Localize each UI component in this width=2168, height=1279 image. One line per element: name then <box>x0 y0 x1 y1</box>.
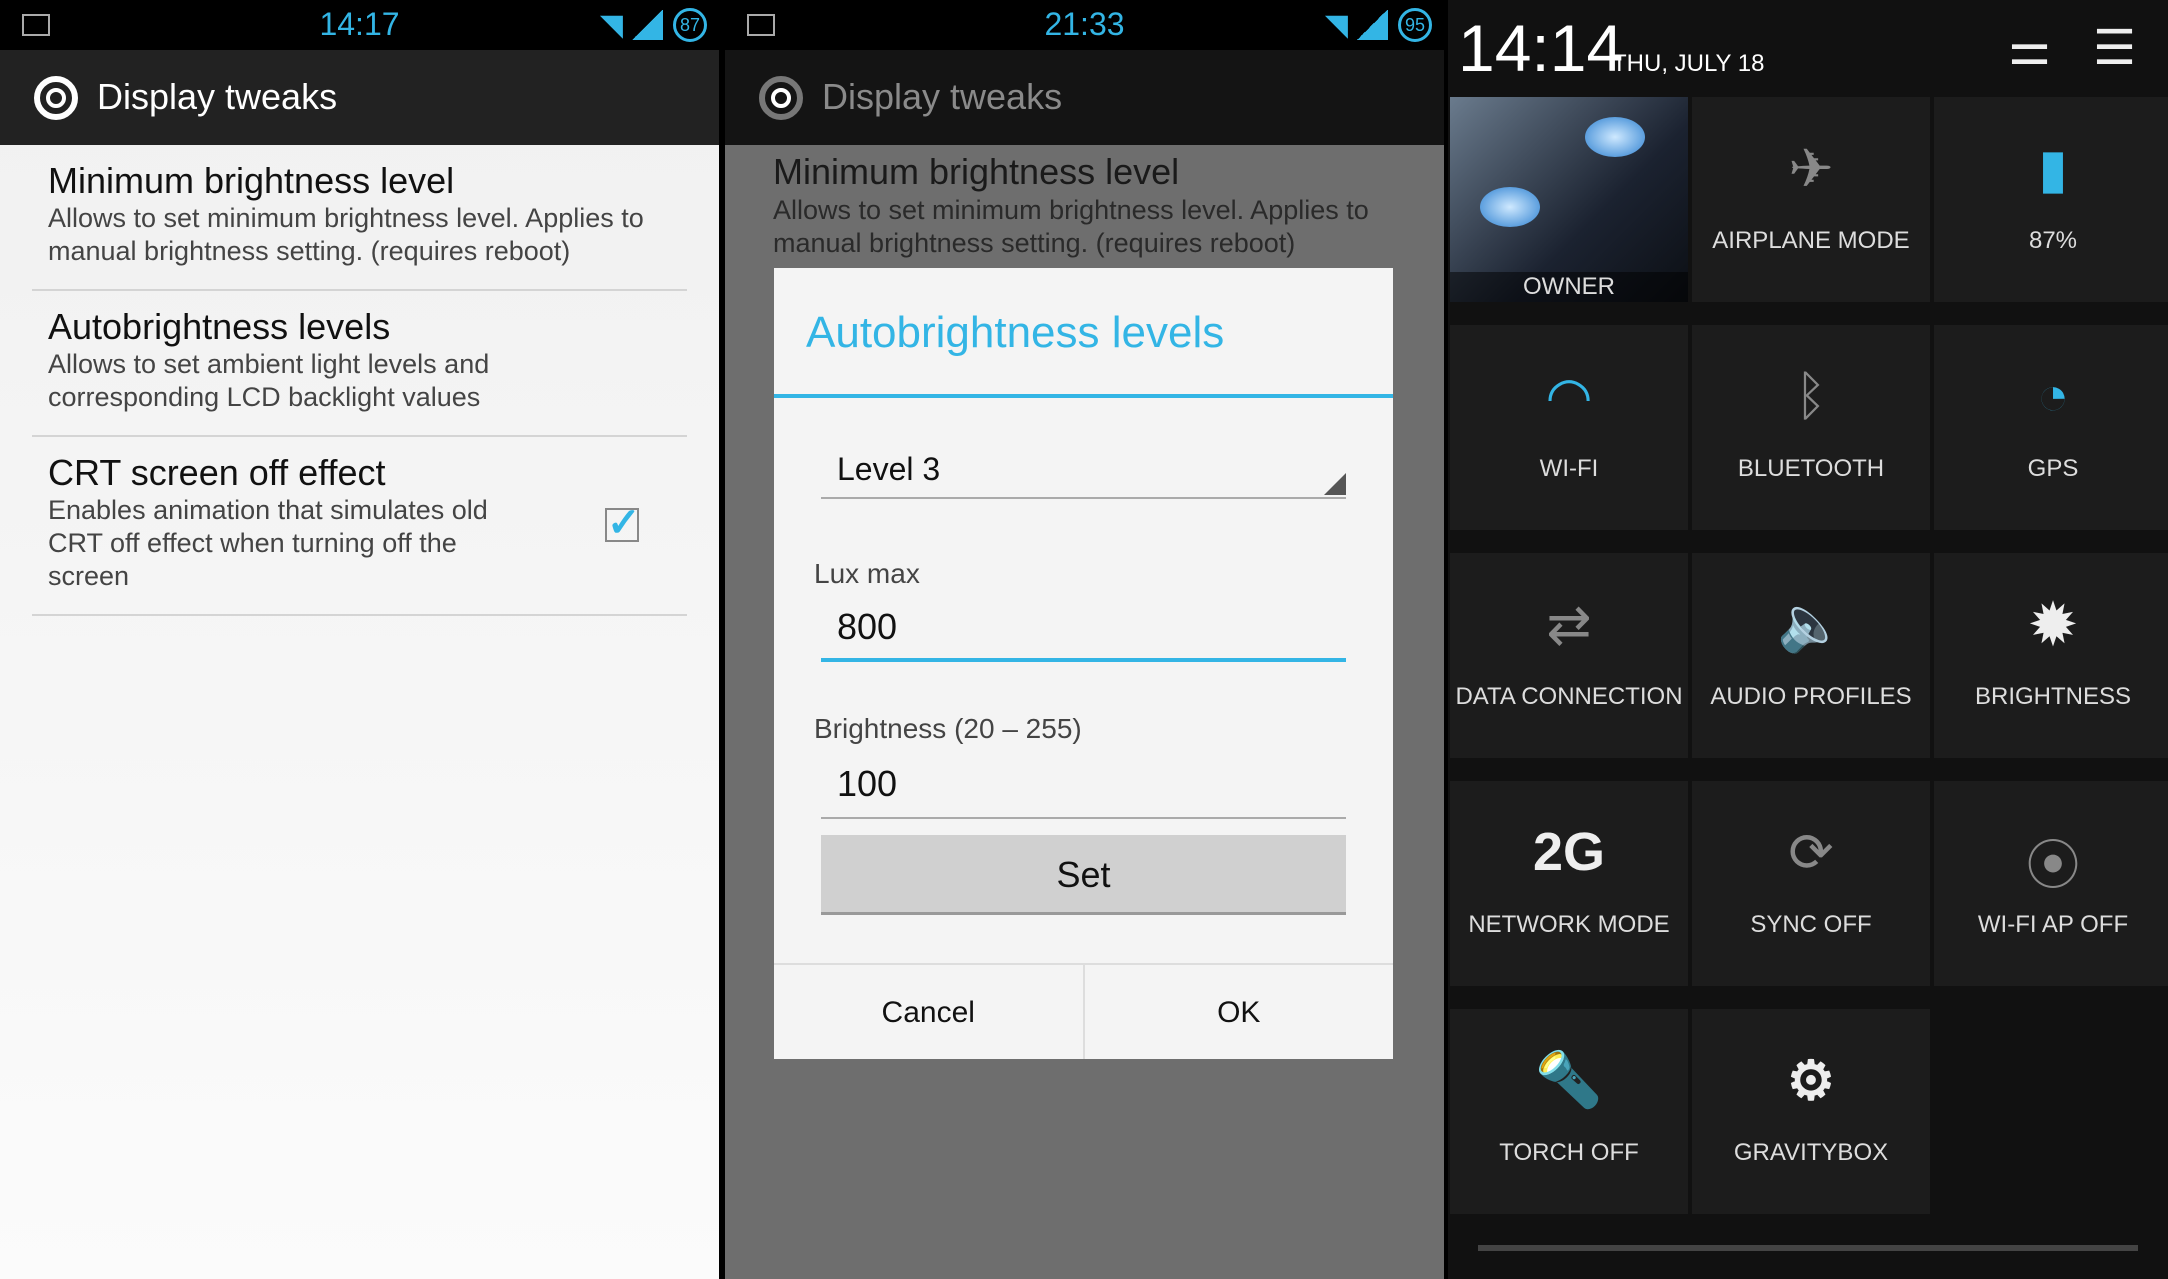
torch-icon: 🔦 <box>1535 1050 1603 1110</box>
sync-icon: ⟳ <box>1788 823 1834 883</box>
wifi-icon: ◠ <box>1545 367 1593 427</box>
dialog-panel: 21:33 ◥ 95 Display tweaks Minimum bright… <box>725 0 1444 1279</box>
tile-data-connection[interactable]: ⇄ DATA CONNECTION <box>1450 553 1688 758</box>
pref-title: Minimum brightness level <box>48 160 455 201</box>
tile-label: BLUETOOTH <box>1737 455 1885 482</box>
gps-icon: ◔ <box>2036 366 2070 426</box>
brightness-icon: ✹ <box>2030 595 2076 655</box>
airplane-icon: ✈ <box>1788 139 1834 199</box>
notifications-list-icon[interactable]: ☰ <box>2093 20 2136 76</box>
lux-input[interactable]: 800 <box>821 606 1346 662</box>
crt-checkbox[interactable]: ✓ <box>605 503 641 543</box>
tile-label: WI-FI AP OFF <box>1977 911 2129 938</box>
pref-desc: Allows to set ambient light levels and c… <box>48 349 490 412</box>
pref-title: Autobrightness levels <box>48 306 391 347</box>
pref-min-brightness: Minimum brightness level Allows to set m… <box>757 150 1412 262</box>
wifi-icon: ◥ <box>1324 9 1348 42</box>
pref-desc: Allows to set minimum brightness level. … <box>48 203 644 266</box>
set-button[interactable]: Set <box>821 835 1346 915</box>
ok-button[interactable]: OK <box>1082 965 1394 1059</box>
level-spinner[interactable]: Level 3 <box>821 451 1346 499</box>
pref-title: Minimum brightness level <box>773 151 1180 192</box>
pref-desc: Allows to set minimum brightness level. … <box>773 195 1369 258</box>
page-title: Display tweaks <box>97 76 338 117</box>
tile-airplane-mode[interactable]: ✈ AIRPLANE MODE <box>1692 97 1930 302</box>
tile-gps[interactable]: ◔ GPS <box>1934 325 2168 530</box>
battery-icon: 95 <box>1398 8 1432 42</box>
tile-audio-profiles[interactable]: 🔈 AUDIO PROFILES <box>1692 553 1930 758</box>
tile-label: 87% <box>2028 227 2078 254</box>
date: THU, JULY 18 <box>1612 50 1765 77</box>
tile-label: AUDIO PROFILES <box>1710 683 1912 710</box>
brightness-label: Brightness (20 – 255) <box>814 713 1082 744</box>
battery-icon: 87 <box>673 8 707 42</box>
pref-desc: Enables animation that simulates old CRT… <box>48 495 488 591</box>
tile-wi-fi[interactable]: ◠ WI-FI <box>1450 325 1688 530</box>
dialog-title: Autobrightness levels <box>774 268 1393 398</box>
wifi-icon: ◥ <box>599 9 623 42</box>
pref-title: CRT screen off effect <box>48 452 386 493</box>
settings-sliders-icon[interactable]: ⚌ <box>2008 20 2051 76</box>
gear-icon <box>759 76 803 120</box>
action-bar: Display tweaks <box>725 50 1444 145</box>
tile-label: NETWORK MODE <box>1468 911 1670 938</box>
clock: 14:14 <box>1458 11 1624 85</box>
tile-label: AIRPLANE MODE <box>1712 227 1910 254</box>
user-photo <box>1585 117 1645 157</box>
tile-label: TORCH OFF <box>1499 1139 1639 1166</box>
tile-label: WI-FI <box>1539 455 1599 482</box>
pref-min-brightness[interactable]: Minimum brightness level Allows to set m… <box>32 160 687 291</box>
signal-icon <box>1356 10 1388 40</box>
settings-panel: 14:17 ◥ 87 Display tweaks Minimum bright… <box>0 0 719 1279</box>
autobrightness-dialog: Autobrightness levels Level 3 Lux max 80… <box>774 268 1393 1059</box>
lux-label: Lux max <box>814 558 920 589</box>
signal-icon <box>631 10 663 40</box>
tile-owner[interactable]: OWNER <box>1450 97 1688 302</box>
network-2g-icon: 2G <box>1532 822 1606 882</box>
tile-label: BRIGHTNESS <box>1974 683 2132 710</box>
tile-label: GRAVITYBOX <box>1733 1139 1889 1166</box>
hotspot-icon: ⦿ <box>2026 836 2080 896</box>
action-bar: Display tweaks <box>0 50 719 145</box>
tile-label: DATA CONNECTION <box>1455 683 1683 710</box>
cancel-button[interactable]: Cancel <box>774 965 1083 1059</box>
pref-autobrightness[interactable]: Autobrightness levels Allows to set ambi… <box>32 306 687 437</box>
tile-gravitybox[interactable]: ⚙ GRAVITYBOX <box>1692 1009 1930 1214</box>
tile-label: OWNER <box>1450 272 1688 302</box>
tile-bluetooth[interactable]: ᛒ BLUETOOTH <box>1692 325 1930 530</box>
tile-sync-off[interactable]: ⟳ SYNC OFF <box>1692 781 1930 986</box>
audio-icon: 🔈 <box>1777 594 1845 654</box>
tile-brightness[interactable]: ✹ BRIGHTNESS <box>1934 553 2168 758</box>
tile-label: GPS <box>2027 455 2079 482</box>
tile-87-[interactable]: ▮ 87% <box>1934 97 2168 302</box>
battery-icon: ▮ <box>2038 139 2068 199</box>
tile-label: SYNC OFF <box>1750 911 1872 938</box>
tile-torch-off[interactable]: 🔦 TORCH OFF <box>1450 1009 1688 1214</box>
gear-icon[interactable] <box>34 76 78 120</box>
page-title: Display tweaks <box>822 76 1063 117</box>
bluetooth-icon: ᛒ <box>1794 366 1828 426</box>
tile-wi-fi-ap-off[interactable]: ⦿ WI-FI AP OFF <box>1934 781 2168 986</box>
status-bar: 21:33 ◥ 95 <box>725 0 1444 50</box>
status-bar: 14:17 ◥ 87 <box>0 0 719 50</box>
gear-icon: ⚙ <box>1786 1051 1836 1111</box>
user-photo <box>1480 187 1540 227</box>
scroll-bar[interactable] <box>1478 1245 2138 1251</box>
tile-network-mode[interactable]: 2G NETWORK MODE <box>1450 781 1688 986</box>
data-icon: ⇄ <box>1546 595 1592 655</box>
quick-settings-panel: 14:14 THU, JULY 18 ⚌ ☰ OWNER ✈ AIRPLANE MO… <box>1448 0 2168 1279</box>
brightness-input[interactable]: 100 <box>821 763 1346 819</box>
pref-crt-off[interactable]: CRT screen off effect Enables animation … <box>32 452 687 616</box>
